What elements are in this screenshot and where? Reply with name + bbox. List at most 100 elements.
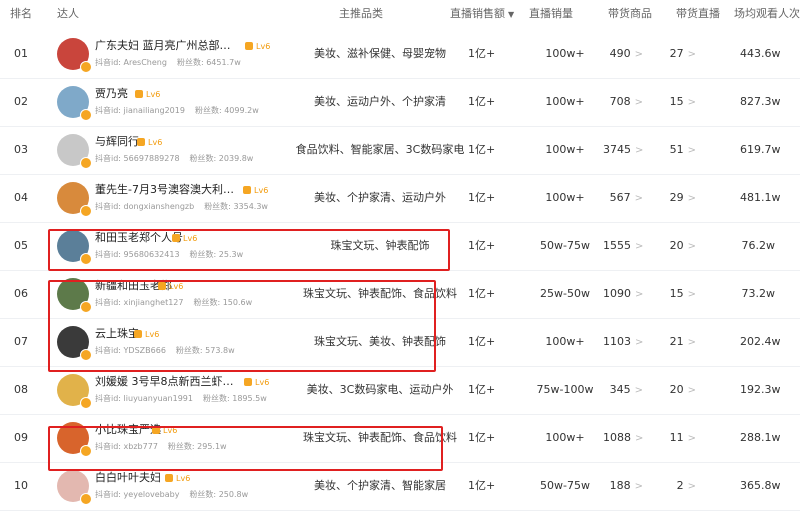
chevron-right-icon: > bbox=[635, 289, 644, 300]
fans-prefix: 粉丝数: bbox=[175, 346, 203, 355]
crown-icon bbox=[152, 426, 160, 434]
table-row[interactable]: 10 白白叶叶夫妇 Lv6 抖音id: yeyelovebaby 粉丝数: 250.8w… bbox=[0, 462, 800, 511]
level-badge: Lv6 bbox=[172, 233, 197, 245]
live-count-link[interactable]: 15 > bbox=[668, 270, 696, 318]
products-link[interactable]: 1555 > bbox=[603, 222, 643, 270]
level-badge: Lv6 bbox=[244, 377, 269, 389]
live-count-link[interactable]: 11 > bbox=[668, 414, 696, 462]
products-link[interactable]: 1090 > bbox=[603, 270, 643, 318]
live-count-link[interactable]: 51 > bbox=[668, 126, 696, 174]
live-count-link[interactable]: 27 > bbox=[668, 30, 696, 78]
id-value: dongxianshengzb bbox=[123, 202, 195, 211]
avg-views: 288.1w bbox=[740, 431, 781, 444]
influencer-name[interactable]: 与辉同行 bbox=[95, 135, 139, 149]
id-value: xinjianghet127 bbox=[123, 298, 184, 307]
main-category: 珠宝文玩、钟表配饰 bbox=[330, 239, 430, 252]
avg-views: 202.4w bbox=[740, 335, 781, 348]
fans-count: 粉丝数: 2039.8w bbox=[190, 154, 254, 163]
live-count-link[interactable]: 20 > bbox=[668, 222, 696, 270]
chevron-right-icon: > bbox=[687, 49, 696, 60]
influencer-name[interactable]: 和田玉老郑个人号 bbox=[95, 231, 183, 245]
header-live-count[interactable]: 带货直播 bbox=[676, 0, 720, 28]
chevron-right-icon: > bbox=[687, 289, 696, 300]
fans-count: 粉丝数: 6451.7w bbox=[177, 58, 241, 67]
products-link[interactable]: 1088 > bbox=[603, 414, 643, 462]
products-link[interactable]: 708 > bbox=[603, 78, 643, 126]
products-link[interactable]: 188 > bbox=[603, 462, 643, 510]
influencer-name[interactable]: 白白叶叶夫妇 bbox=[95, 471, 161, 485]
influencer-name[interactable]: 刘媛媛 3号早8点新西兰虾青素滴... bbox=[95, 375, 235, 389]
fans-prefix: 粉丝数: bbox=[167, 442, 195, 451]
live-sales-amount: 1亿+ bbox=[468, 479, 496, 492]
influencer-meta: 抖音id: 56697889278 粉丝数: 2039.8w bbox=[95, 153, 263, 165]
products-count: 188 bbox=[609, 479, 631, 492]
header-products[interactable]: 带货商品 bbox=[608, 0, 652, 28]
main-category: 珠宝文玩、美妆、钟表配饰 bbox=[314, 335, 446, 348]
products-link[interactable]: 345 > bbox=[603, 366, 643, 414]
influencer-name[interactable]: 董先生-7月3号澳容澳大利亚总部... bbox=[95, 183, 235, 197]
douyin-id: 抖音id: 95680632413 bbox=[95, 250, 180, 259]
fans-count: 粉丝数: 150.6w bbox=[193, 298, 252, 307]
verified-icon bbox=[80, 157, 92, 169]
id-prefix: 抖音id: bbox=[95, 490, 121, 499]
level-text: Lv6 bbox=[255, 378, 270, 387]
products-link[interactable]: 3745 > bbox=[603, 126, 643, 174]
live-sales-volume: 100w+ bbox=[545, 143, 585, 156]
main-category: 美妆、3C数码家电、运动户外 bbox=[306, 383, 454, 396]
id-value: 95680632413 bbox=[123, 250, 180, 259]
table-row[interactable]: 03 与辉同行 Lv6 抖音id: 56697889278 粉丝数: 2039.8w 食品… bbox=[0, 126, 800, 175]
avg-views: 192.3w bbox=[740, 383, 781, 396]
douyin-id: 抖音id: yeyelovebaby bbox=[95, 490, 179, 499]
live-sales-amount: 1亿+ bbox=[468, 431, 496, 444]
live-sales-volume: 50w-75w bbox=[540, 479, 590, 492]
douyin-id: 抖音id: dongxianshengzb bbox=[95, 202, 194, 211]
chevron-right-icon: > bbox=[634, 193, 643, 204]
live-sales-amount: 1亿+ bbox=[468, 47, 496, 60]
table-row[interactable]: 08 刘媛媛 3号早8点新西兰虾青素滴... Lv6 抖音id: liuyuanyua… bbox=[0, 366, 800, 415]
influencer-meta: 抖音id: dongxianshengzb 粉丝数: 3354.3w bbox=[95, 201, 278, 213]
live-sales-volume: 50w-75w bbox=[540, 239, 590, 252]
fans-value: 1895.5w bbox=[232, 394, 267, 403]
products-link[interactable]: 490 > bbox=[603, 30, 643, 78]
fans-value: 573.8w bbox=[205, 346, 235, 355]
products-link[interactable]: 1103 > bbox=[603, 318, 643, 366]
live-count-link[interactable]: 20 > bbox=[668, 366, 696, 414]
rank-number: 04 bbox=[14, 191, 28, 204]
chevron-right-icon: > bbox=[635, 145, 644, 156]
douyin-id: 抖音id: AresCheng bbox=[95, 58, 167, 67]
header-avg-views[interactable]: 场均观看人次 bbox=[734, 0, 800, 28]
avg-views: 76.2w bbox=[741, 239, 776, 252]
header-influencer: 达人 bbox=[57, 7, 79, 20]
live-count-link[interactable]: 29 > bbox=[668, 174, 696, 222]
id-value: xbzb777 bbox=[123, 442, 158, 451]
header-sales-amount-sort[interactable]: 直播销售额 ▼ bbox=[450, 0, 514, 28]
table-row[interactable]: 06 新疆和田玉老郑 Lv6 抖音id: xinjianghet127 粉丝数: 150… bbox=[0, 270, 800, 319]
table-row[interactable]: 04 董先生-7月3号澳容澳大利亚总部... Lv6 抖音id: dongxiansh… bbox=[0, 174, 800, 223]
id-value: AresCheng bbox=[123, 58, 167, 67]
header-sales-amount: 直播销售额 bbox=[450, 7, 505, 20]
live-sales-amount: 1亿+ bbox=[468, 383, 496, 396]
douyin-id: 抖音id: YDSZB666 bbox=[95, 346, 166, 355]
main-category: 美妆、滋补保健、母婴宠物 bbox=[314, 47, 446, 60]
live-count-link[interactable]: 15 > bbox=[668, 78, 696, 126]
table-row[interactable]: 01 广东夫妇 蓝月亮广州总部至尊洗... Lv6 抖音id: AresCheng 粉丝… bbox=[0, 30, 800, 79]
id-prefix: 抖音id: bbox=[95, 394, 121, 403]
header-sales-volume[interactable]: 直播销量 bbox=[529, 0, 573, 28]
table-row[interactable]: 05 和田玉老郑个人号 Lv6 抖音id: 95680632413 粉丝数: 25.3w… bbox=[0, 222, 800, 271]
table-row[interactable]: 07 云上珠宝. Lv6 抖音id: YDSZB666 粉丝数: 573.8w 珠宝文玩、… bbox=[0, 318, 800, 367]
rank-number: 03 bbox=[14, 143, 28, 156]
level-text: Lv6 bbox=[183, 234, 198, 243]
rank-number: 06 bbox=[14, 287, 28, 300]
main-category: 美妆、运动户外、个护家清 bbox=[314, 95, 446, 108]
chevron-right-icon: > bbox=[687, 481, 696, 492]
table-row[interactable]: 09 小比珠宝严选 Lv6 抖音id: xbzb777 粉丝数: 295.1w 珠宝文玩、… bbox=[0, 414, 800, 463]
live-count-link[interactable]: 2 > bbox=[668, 462, 696, 510]
products-link[interactable]: 567 > bbox=[603, 174, 643, 222]
table-row[interactable]: 02 贾乃亮 Lv6 抖音id: jianailiang2019 粉丝数: 4099.2… bbox=[0, 78, 800, 127]
live-count-link[interactable]: 21 > bbox=[668, 318, 696, 366]
avg-views: 481.1w bbox=[740, 191, 781, 204]
influencer-name[interactable]: 广东夫妇 蓝月亮广州总部至尊洗... bbox=[95, 39, 235, 53]
id-prefix: 抖音id: bbox=[95, 202, 121, 211]
influencer-name[interactable]: 贾乃亮 bbox=[95, 87, 128, 101]
id-prefix: 抖音id: bbox=[95, 154, 121, 163]
